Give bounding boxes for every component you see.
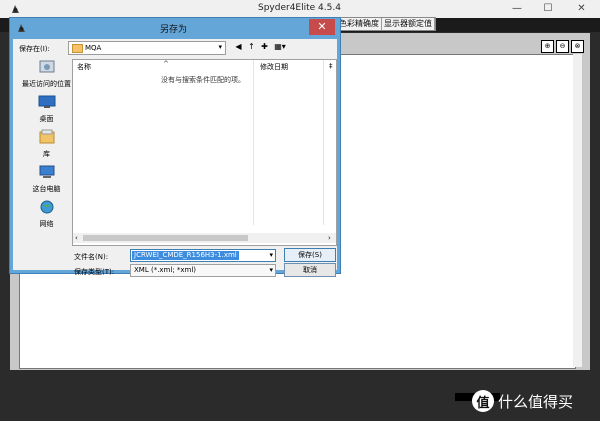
recent-places-icon [39, 60, 54, 73]
save-in-value: MQA [85, 44, 102, 52]
filename-input[interactable]: JCRWEI_CMDE_R156H3-1.xml ▾ [130, 249, 276, 262]
view-menu-icon[interactable]: ▦▾ [272, 41, 288, 52]
filetype-label: 保存类型(T): [74, 268, 115, 276]
cancel-button[interactable]: 取消 [284, 263, 336, 277]
empty-results-message: 没有与搜索条件匹配的项。 [161, 76, 245, 84]
save-button[interactable]: 保存(S) [284, 248, 336, 262]
up-folder-icon[interactable]: ↑ [246, 41, 257, 52]
navigation-toolbar: ◀ ↑ ✚ ▦▾ [233, 41, 288, 52]
place-libraries[interactable]: 库 [19, 129, 74, 159]
app-spyder-icon [12, 5, 19, 13]
place-label: 这台电脑 [32, 185, 61, 193]
save-in-label: 保存在(I): [19, 45, 50, 53]
watermark-badge: 值 [472, 390, 494, 412]
dialog-close-button[interactable]: ✕ [309, 19, 335, 35]
column-header-date[interactable]: 修改日期 [260, 62, 288, 72]
zoom-out-icon[interactable]: ⊖ [556, 40, 569, 53]
zoom-reset-icon[interactable]: ⊗ [571, 40, 584, 53]
zoom-toolbar: ⊕ ⊖ ⊗ [541, 40, 584, 53]
chevron-down-icon: ▾ [218, 43, 222, 51]
scroll-left-icon[interactable]: ‹ [75, 234, 78, 242]
app-close-button[interactable]: ✕ [565, 0, 598, 18]
network-globe-icon [40, 200, 53, 214]
tab-color-accuracy[interactable]: 色彩精确度 [337, 18, 382, 30]
column-divider [253, 60, 254, 225]
column-divider [323, 60, 324, 225]
place-label: 库 [43, 150, 50, 158]
place-recent[interactable]: 最近访问的位置 [19, 59, 74, 89]
column-header-name[interactable]: 名称 [77, 62, 91, 72]
app-title: Spyder4Elite 4.5.4 [258, 3, 341, 13]
place-desktop[interactable]: 桌面 [19, 94, 74, 124]
scroll-thumb[interactable] [83, 235, 248, 241]
filetype-value: XML (*.xml; *xml) [134, 266, 197, 274]
place-this-pc[interactable]: 这台电脑 [19, 164, 74, 194]
zoom-in-icon[interactable]: ⊕ [541, 40, 554, 53]
horizontal-scrollbar[interactable]: ‹ › [73, 233, 336, 243]
app-tab-strip: 色彩精确度 显示器额定值 [336, 17, 436, 31]
watermark-text: 什么值得买 [498, 392, 574, 411]
computer-icon [39, 165, 54, 178]
maximize-button[interactable]: ☐ [533, 0, 563, 18]
filename-value: JCRWEI_CMDE_R156H3-1.xml [132, 251, 239, 260]
save-as-dialog: 另存为 ✕ 保存在(I): MQA ▾ ◀ ↑ ✚ ▦▾ 最近访问的位置 桌面 [9, 17, 341, 277]
file-list[interactable]: 名称 ^ 修改日期 ‡ 没有与搜索条件匹配的项。 ‹ › [72, 59, 337, 246]
scroll-right-icon[interactable]: › [328, 234, 331, 242]
place-label: 网络 [39, 220, 54, 228]
folder-icon [72, 44, 83, 53]
places-sidebar: 最近访问的位置 桌面 库 这台电脑 网络 [19, 59, 74, 249]
dialog-body: 保存在(I): MQA ▾ ◀ ↑ ✚ ▦▾ 最近访问的位置 桌面 库 这台电脑… [13, 39, 337, 277]
back-icon[interactable]: ◀ [233, 41, 244, 52]
dialog-titlebar: 另存为 ✕ [10, 18, 340, 38]
save-in-dropdown[interactable]: MQA ▾ [68, 41, 226, 55]
sort-ascending-icon: ^ [163, 60, 169, 68]
dialog-title: 另存为 [160, 25, 188, 35]
column-header-more[interactable]: ‡ [329, 62, 333, 70]
tab-display-rating[interactable]: 显示器额定值 [382, 18, 435, 30]
chevron-down-icon: ▾ [269, 266, 273, 274]
chevron-down-icon[interactable]: ▾ [269, 251, 273, 259]
new-folder-icon[interactable]: ✚ [259, 41, 270, 52]
dialog-app-icon [18, 24, 25, 32]
filename-label: 文件名(N): [74, 253, 109, 261]
place-network[interactable]: 网络 [19, 199, 74, 229]
desktop-icon [38, 95, 55, 108]
watermark: 值 什么值得买 [472, 390, 573, 412]
app-vertical-scrollbar[interactable] [573, 54, 582, 367]
libraries-icon [39, 129, 54, 144]
place-label: 桌面 [39, 115, 54, 123]
app-titlebar: Spyder4Elite 4.5.4 — ☐ ✕ [0, 0, 600, 18]
place-label: 最近访问的位置 [22, 80, 71, 88]
filetype-dropdown[interactable]: XML (*.xml; *xml) ▾ [130, 264, 276, 277]
minimize-button[interactable]: — [502, 0, 532, 18]
